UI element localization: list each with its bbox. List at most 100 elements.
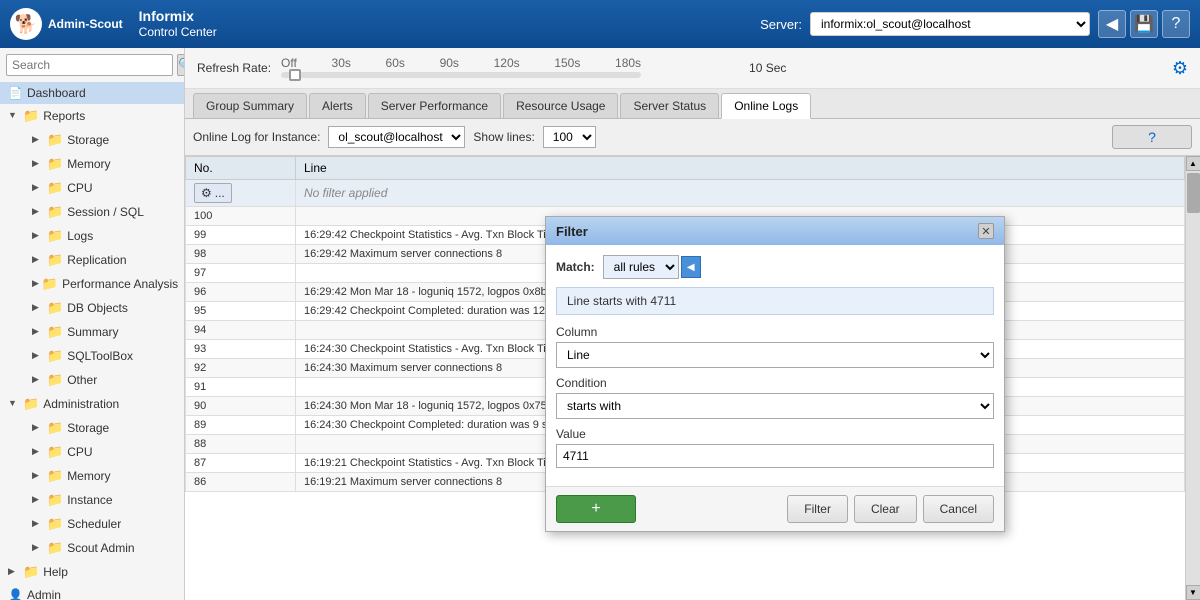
sidebar-item-summary[interactable]: ▶ 📁 Summary	[12, 320, 184, 344]
filter-btn-label: ...	[215, 186, 225, 200]
save-button[interactable]: 💾	[1130, 10, 1158, 38]
refresh-settings-icon[interactable]: ⚙	[1172, 58, 1188, 79]
expand-icon: ▶	[32, 470, 44, 482]
sidebar-item-administration[interactable]: ▼ 📁 Administration	[0, 392, 184, 416]
filter-value-input[interactable]	[556, 444, 994, 468]
filter-condition-select[interactable]: starts with	[556, 393, 994, 419]
tick-60: 60s	[386, 56, 405, 70]
sidebar-item-admin[interactable]: 👤 Admin	[0, 584, 184, 600]
help-button[interactable]: ?	[1112, 125, 1192, 149]
instance-select[interactable]: ol_scout@localhost	[328, 126, 465, 148]
sidebar-item-dashboard[interactable]: 📄 Dashboard	[0, 82, 184, 104]
slider-track[interactable]	[281, 72, 641, 78]
sidebar-label: Scout Admin	[67, 541, 134, 555]
expand-icon: ▶	[32, 278, 39, 290]
tab-server-status[interactable]: Server Status	[620, 93, 719, 118]
sidebar-item-scout-admin[interactable]: ▶ 📁 Scout Admin	[12, 536, 184, 560]
expand-icon: ▼	[8, 398, 20, 410]
tick-180: 180s	[615, 56, 641, 70]
row-no: 100	[186, 207, 296, 226]
folder-icon: 📁	[47, 372, 63, 388]
row-no: 91	[186, 378, 296, 397]
sidebar-label: Replication	[67, 253, 126, 267]
search-input[interactable]	[6, 54, 173, 76]
row-no: 98	[186, 245, 296, 264]
filter-close-button[interactable]: ✕	[978, 223, 994, 239]
filter-match-arrow-btn[interactable]: ◀	[681, 256, 701, 278]
sidebar-label: Scheduler	[67, 517, 121, 531]
filter-match-select[interactable]: all rules	[603, 255, 679, 279]
tab-resource-usage[interactable]: Resource Usage	[503, 93, 618, 118]
product-line2: Control Center	[139, 25, 217, 41]
sidebar-item-sqltoolbox[interactable]: ▶ 📁 SQLToolBox	[12, 344, 184, 368]
scroll-down-button[interactable]: ▼	[1186, 585, 1200, 600]
no-filter-text: No filter applied	[304, 186, 387, 200]
search-button[interactable]: 🔍	[177, 54, 185, 76]
expand-icon: ▶	[32, 206, 44, 218]
sidebar-item-other[interactable]: ▶ 📁 Other	[12, 368, 184, 392]
filter-cell: ⚙ ...	[186, 180, 296, 207]
scroll-up-button[interactable]: ▲	[1186, 156, 1200, 171]
sidebar-item-scheduler[interactable]: ▶ 📁 Scheduler	[12, 512, 184, 536]
sidebar-item-performance-analysis[interactable]: ▶ 📁 Performance Analysis	[12, 272, 184, 296]
folder-icon: 📁	[47, 300, 63, 316]
refresh-bar: Refresh Rate: Off 30s 60s 90s 120s 150s …	[185, 48, 1200, 89]
sidebar-item-adm-instance[interactable]: ▶ 📁 Instance	[12, 488, 184, 512]
sidebar-label: Reports	[43, 109, 85, 123]
sidebar-item-help[interactable]: ▶ 📁 Help	[0, 560, 184, 584]
tab-server-performance[interactable]: Server Performance	[368, 93, 501, 118]
sidebar-item-cpu[interactable]: ▶ 📁 CPU	[12, 176, 184, 200]
sidebar-label: Storage	[67, 133, 109, 147]
folder-icon: 📁	[23, 396, 39, 412]
filter-icon-button[interactable]: ⚙ ...	[194, 183, 232, 203]
content-area: Refresh Rate: Off 30s 60s 90s 120s 150s …	[185, 48, 1200, 600]
sidebar-item-db-objects[interactable]: ▶ 📁 DB Objects	[12, 296, 184, 320]
refresh-current-value: 10 Sec	[749, 61, 786, 75]
server-select[interactable]: informix:ol_scout@localhost	[810, 12, 1090, 36]
row-no: 97	[186, 264, 296, 283]
sidebar-item-memory[interactable]: ▶ 📁 Memory	[12, 152, 184, 176]
tab-group-summary[interactable]: Group Summary	[193, 93, 307, 118]
filter-apply-button[interactable]: Filter	[787, 495, 848, 523]
slider-thumb[interactable]	[289, 69, 301, 81]
col-line-header: Line	[296, 157, 1185, 180]
expand-icon: ▶	[32, 350, 44, 362]
app-logo-icon: 🐕	[10, 8, 42, 40]
help-button[interactable]: ?	[1162, 10, 1190, 38]
tab-online-logs[interactable]: Online Logs	[721, 93, 811, 119]
sidebar-item-session-sql[interactable]: ▶ 📁 Session / SQL	[12, 200, 184, 224]
filter-clear-button[interactable]: Clear	[854, 495, 917, 523]
tab-alerts[interactable]: Alerts	[309, 93, 366, 118]
admin-icon: 👤	[8, 588, 23, 600]
sidebar-item-reports[interactable]: ▼ 📁 Reports	[0, 104, 184, 128]
folder-icon: 📁	[47, 540, 63, 556]
row-no: 89	[186, 416, 296, 435]
row-no: 88	[186, 435, 296, 454]
filter-add-button[interactable]: +	[556, 495, 636, 523]
folder-icon: 📁	[47, 420, 63, 436]
product-name: Informix Control Center	[139, 7, 217, 41]
filter-cancel-button[interactable]: Cancel	[923, 495, 994, 523]
scroll-thumb[interactable]	[1187, 173, 1200, 213]
log-controls-bar: Online Log for Instance: ol_scout@localh…	[185, 119, 1200, 156]
tick-150: 150s	[554, 56, 580, 70]
row-no: 90	[186, 397, 296, 416]
sidebar-item-adm-cpu[interactable]: ▶ 📁 CPU	[12, 440, 184, 464]
sidebar-item-logs[interactable]: ▶ 📁 Logs	[12, 224, 184, 248]
folder-icon: 📁	[47, 204, 63, 220]
back-button[interactable]: ◀	[1098, 10, 1126, 38]
lines-select[interactable]: 100	[543, 126, 596, 148]
sidebar-item-adm-memory[interactable]: ▶ 📁 Memory	[12, 464, 184, 488]
tick-labels: Off 30s 60s 90s 120s 150s 180s	[281, 56, 641, 70]
sidebar-item-replication[interactable]: ▶ 📁 Replication	[12, 248, 184, 272]
filter-value-label: Value	[556, 427, 994, 441]
sidebar-item-adm-storage[interactable]: ▶ 📁 Storage	[12, 416, 184, 440]
app-title: 🐕 Admin-Scout	[10, 8, 123, 40]
folder-icon: 📁	[47, 324, 63, 340]
tick-120: 120s	[494, 56, 520, 70]
sidebar-label: SQLToolBox	[67, 349, 133, 363]
expand-icon: ▶	[32, 230, 44, 242]
sidebar-label: Memory	[67, 469, 110, 483]
sidebar-item-storage[interactable]: ▶ 📁 Storage	[12, 128, 184, 152]
filter-column-select[interactable]: Line	[556, 342, 994, 368]
